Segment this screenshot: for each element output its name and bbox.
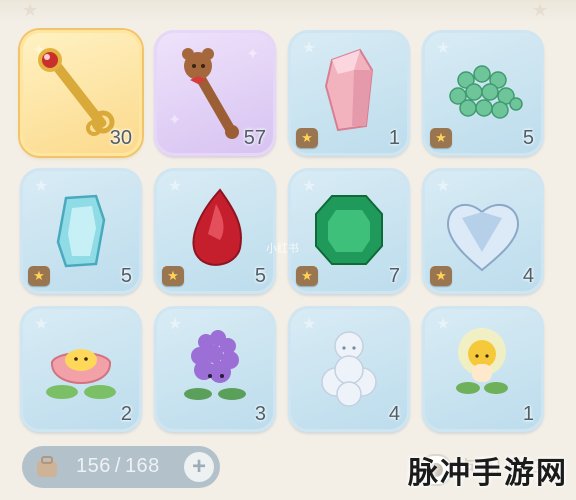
inventory-slot-cyan-gem[interactable]: ★ ★ 5 [20, 168, 142, 294]
bag-icon [37, 456, 57, 477]
item-count: 1 [522, 403, 534, 425]
inventory-slot-ruby[interactable]: ★ ★ 5 [154, 168, 276, 294]
item-count: 57 [243, 127, 266, 149]
item-count: 5 [120, 265, 132, 287]
expand-capacity-button[interactable]: + [184, 452, 214, 482]
item-count: 1 [388, 127, 400, 149]
star-badge-icon: ★ [162, 266, 184, 286]
capacity-bar: 156/168 + [22, 446, 220, 488]
faint-watermark: 小红书 [266, 243, 299, 255]
item-count: 30 [109, 127, 132, 149]
star-badge-icon: ★ [296, 128, 318, 148]
inventory-slot-sun-sprout[interactable]: ★ 1 [422, 306, 544, 432]
inventory-slot-bear-wand[interactable]: ✦ ✦ 57 [154, 30, 276, 156]
capacity-used: 156 [76, 455, 111, 477]
item-count: 5 [254, 265, 266, 287]
inventory-slot-emerald[interactable]: ★ ★ 7 [288, 168, 410, 294]
item-count: 5 [522, 127, 534, 149]
item-count: 4 [388, 403, 400, 425]
capacity-text: 156/168 [76, 455, 160, 478]
capacity-total: 168 [124, 455, 160, 477]
item-count: 2 [120, 403, 132, 425]
capacity-separator: / [114, 455, 121, 477]
inventory-slot-green-gems[interactable]: ★ ★ 5 [422, 30, 544, 156]
inventory-slot-tulip-sprite[interactable]: ★ 2 [20, 306, 142, 432]
inventory-slot-magic-wand[interactable]: ✦ 30 [20, 30, 142, 156]
item-count: 4 [522, 265, 534, 287]
star-badge-icon: ★ [430, 128, 452, 148]
inventory-slot-lilac-sprite[interactable]: ★ 3 [154, 306, 276, 432]
top-banner [0, 0, 576, 22]
inventory-slot-diamond[interactable]: ★ ★ 4 [422, 168, 544, 294]
decor-star-icon: ★ [22, 0, 39, 20]
watermark-logo: 脉冲手游网 [408, 457, 568, 490]
inventory-slot-pink-crystal[interactable]: ★ ★ 1 [288, 30, 410, 156]
star-badge-icon: ★ [28, 266, 50, 286]
star-badge-icon: ★ [296, 266, 318, 286]
inventory-slot-cloud-fairy[interactable]: ★ 4 [288, 306, 410, 432]
decor-star-icon: ★ [532, 0, 549, 20]
item-count: 3 [254, 403, 266, 425]
star-badge-icon: ★ [430, 266, 452, 286]
inventory-grid: ✦ 30 ✦ ✦ 57 ★ ★ 1 ★ ★ 5 ★ ★ 5 ★ ★ 5 ★ ★ … [20, 30, 544, 432]
item-count: 7 [388, 265, 400, 287]
